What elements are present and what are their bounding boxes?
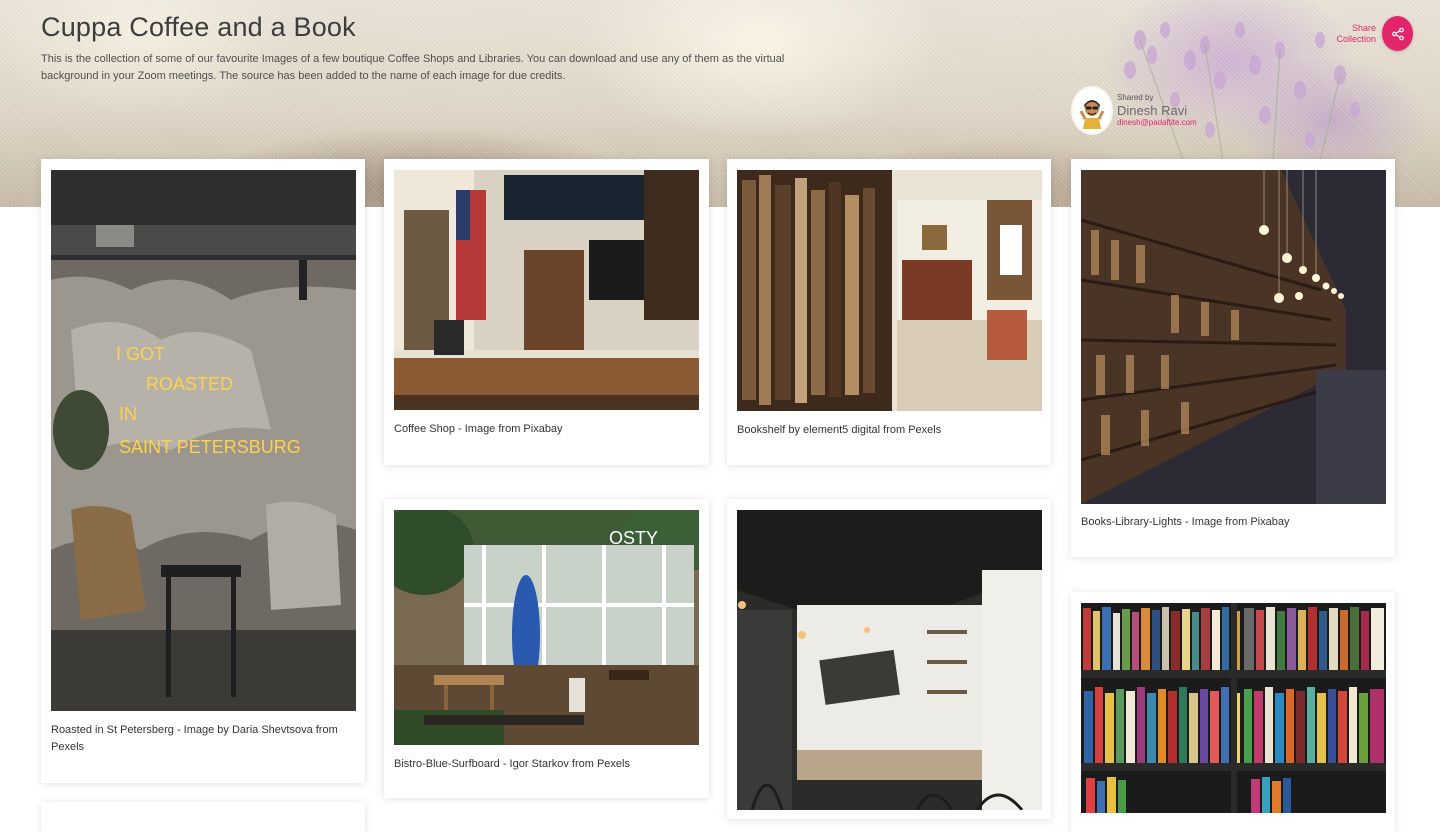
image-card[interactable]: Bookshelf by element5 digital from Pexel…	[727, 159, 1051, 465]
image-card[interactable]	[1071, 592, 1395, 832]
svg-text:IN: IN	[119, 404, 137, 424]
shared-by-label: Shared by	[1117, 93, 1154, 102]
avatar[interactable]	[1073, 88, 1111, 133]
image-caption: Roasted in St Petersberg - Image by Dari…	[51, 724, 338, 753]
card-image-cafe-interior[interactable]	[737, 510, 1042, 810]
image-caption: Bookshelf by element5 digital from Pexel…	[737, 424, 942, 436]
image-caption: Bistro-Blue-Surfboard - Igor Starkov fro…	[394, 758, 630, 770]
shared-by-block: Shared by Dinesh Ravi dinesh@padaftite.c…	[1073, 88, 1197, 133]
collection-description: This is the collection of some of our fa…	[41, 53, 785, 82]
card-image-bistro[interactable]: OSTY	[394, 510, 699, 745]
image-card[interactable]	[41, 802, 365, 832]
image-card[interactable]: Books-Library-Lights - Image from Pixaba…	[1071, 159, 1395, 557]
image-caption: Books-Library-Lights - Image from Pixaba…	[1081, 516, 1290, 528]
svg-text:SAINT PETERSBURG: SAINT PETERSBURG	[119, 437, 301, 457]
sharer-email[interactable]: dinesh@padaftite.com	[1117, 118, 1197, 128]
image-card[interactable]: I GOT ROASTED IN SAINT PETERSBURG Roaste…	[41, 159, 365, 783]
share-collection-label: Share Collection	[1336, 22, 1376, 44]
image-card[interactable]	[727, 499, 1051, 819]
card-image-bookshelf[interactable]	[737, 170, 1042, 411]
share-icon[interactable]	[1382, 16, 1413, 51]
collection-title: Cuppa Coffee and a Book	[41, 12, 356, 42]
card-image-roasted[interactable]: I GOT ROASTED IN SAINT PETERSBURG	[51, 170, 356, 711]
image-caption: Coffee Shop - Image from Pixabay	[394, 423, 563, 435]
card-image-library-lights[interactable]	[1081, 170, 1386, 504]
card-image-coffee-shop[interactable]	[394, 170, 699, 410]
card-image-colorful-books[interactable]	[1081, 603, 1386, 813]
svg-text:I GOT: I GOT	[116, 344, 165, 364]
image-card[interactable]: Coffee Shop - Image from Pixabay	[384, 159, 709, 465]
sharer-name[interactable]: Dinesh Ravi	[1117, 103, 1197, 118]
share-collection-button[interactable]: Share Collection	[1336, 16, 1413, 51]
image-card[interactable]: OSTY Bistro-Blue-Surfboard - Igor Starko…	[384, 499, 709, 798]
cafe-sign-text: OSTY	[609, 528, 658, 548]
svg-text:ROASTED: ROASTED	[146, 374, 233, 394]
